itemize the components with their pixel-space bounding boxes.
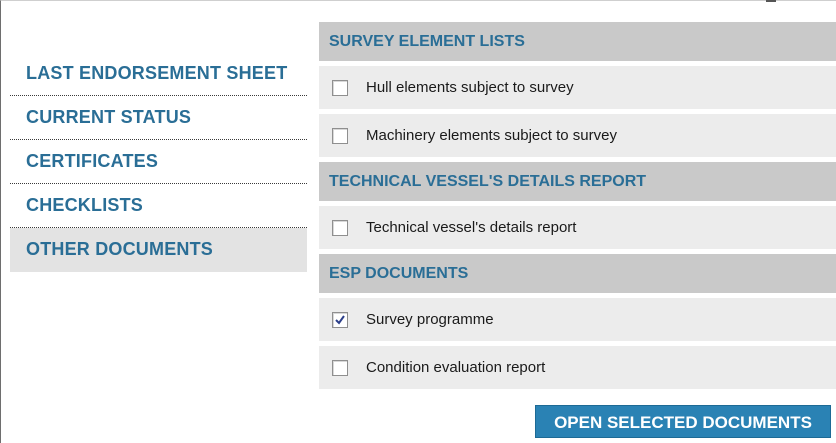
sidebar-item-checklists[interactable]: CHECKLISTS — [10, 184, 307, 228]
sidebar-item-last-endorsement-sheet[interactable]: LAST ENDORSEMENT SHEET — [10, 52, 307, 96]
checkbox-machinery-elements[interactable] — [332, 127, 348, 144]
sidebar-nav: LAST ENDORSEMENT SHEET CURRENT STATUS CE… — [10, 52, 307, 272]
row-label: Machinery elements subject to survey — [366, 127, 617, 144]
checkbox-technical-vessel-details-report[interactable] — [332, 219, 348, 236]
row-label: Hull elements subject to survey — [366, 79, 574, 96]
sidebar-item-current-status[interactable]: CURRENT STATUS — [10, 96, 307, 140]
document-row: Survey programme — [319, 298, 836, 341]
section-header-survey-element-lists: SURVEY ELEMENT LISTS — [319, 22, 836, 61]
checkbox-survey-programme[interactable] — [332, 311, 348, 328]
row-label: Survey programme — [366, 311, 494, 328]
document-row: Technical vessel's details report — [319, 206, 836, 249]
row-label: Technical vessel's details report — [366, 219, 577, 236]
sidebar-item-label: CHECKLISTS — [26, 195, 144, 215]
section-header-esp-documents: ESP DOCUMENTS — [319, 254, 836, 293]
corner-mark — [766, 0, 776, 2]
checkmark-icon — [335, 314, 345, 325]
sidebar-item-certificates[interactable]: CERTIFICATES — [10, 140, 307, 184]
sidebar-item-label: OTHER DOCUMENTS — [26, 239, 213, 259]
open-selected-documents-button[interactable]: OPEN SELECTED DOCUMENTS — [535, 405, 831, 438]
sidebar-item-other-documents[interactable]: OTHER DOCUMENTS — [10, 228, 307, 272]
checkbox-condition-evaluation-report[interactable] — [332, 359, 348, 376]
row-label: Condition evaluation report — [366, 359, 546, 376]
document-row: Hull elements subject to survey — [319, 66, 836, 109]
checkbox-hull-elements[interactable] — [332, 79, 348, 96]
sidebar-item-label: CERTIFICATES — [26, 151, 159, 171]
document-row: Condition evaluation report — [319, 346, 836, 389]
sidebar-item-label: CURRENT STATUS — [26, 107, 192, 127]
document-selection-panel: SURVEY ELEMENT LISTS Hull elements subje… — [319, 22, 836, 394]
section-header-technical-vessel-details: TECHNICAL VESSEL'S DETAILS REPORT — [319, 162, 836, 201]
document-row: Machinery elements subject to survey — [319, 114, 836, 157]
sidebar-item-label: LAST ENDORSEMENT SHEET — [26, 63, 288, 83]
